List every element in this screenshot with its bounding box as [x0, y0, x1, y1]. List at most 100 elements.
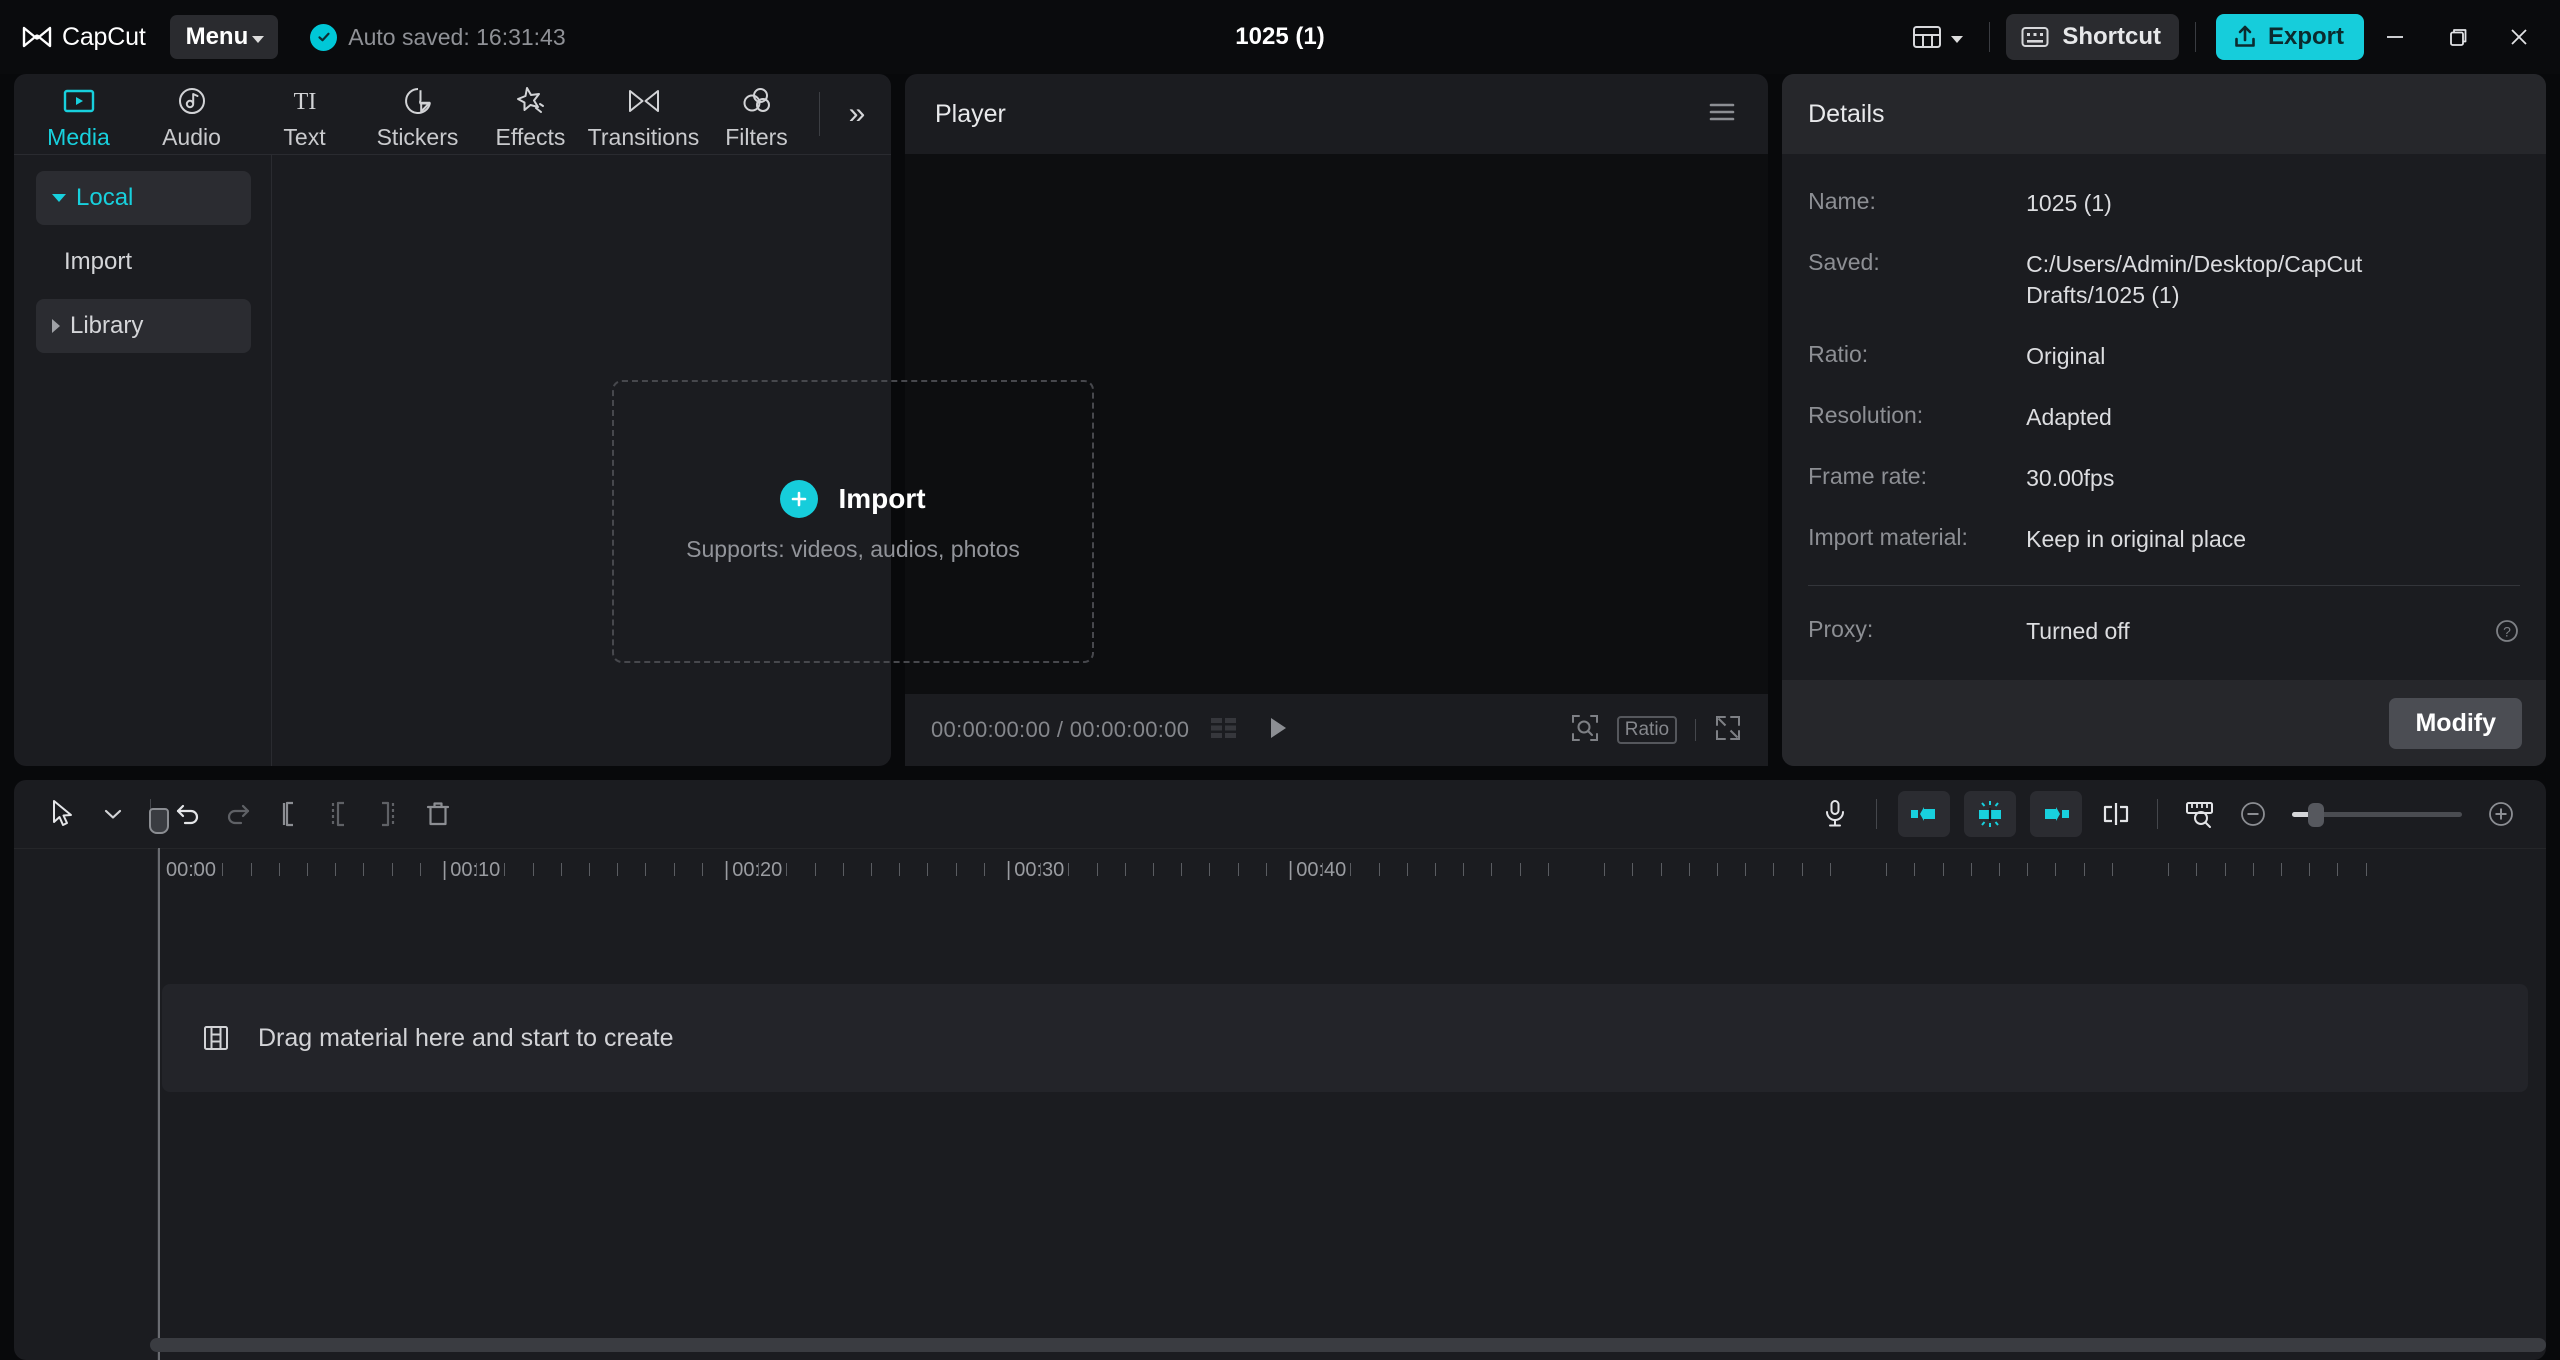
player-title: Player	[935, 100, 1006, 129]
details-row-resolution: Resolution: Adapted	[1808, 402, 2520, 433]
trim-left-button[interactable]	[313, 789, 363, 839]
ruler-label: 00:10	[442, 859, 500, 882]
sidebar-item-local[interactable]: Local	[36, 171, 251, 225]
player-menu-button[interactable]	[1708, 101, 1736, 128]
tab-audio[interactable]: Audio	[135, 78, 248, 151]
tab-filters-label: Filters	[725, 124, 788, 151]
details-row-name: Name: 1025 (1)	[1808, 188, 2520, 219]
ruler-tick	[392, 863, 393, 876]
media-content: Import Supports: videos, audios, photos	[272, 155, 891, 766]
timeline-panel: 00:0000:1000:2000:3000:40 Drag material	[14, 780, 2546, 1360]
ruler-tick	[2168, 863, 2169, 876]
tab-stickers[interactable]: Stickers	[361, 78, 474, 151]
details-value: C:/Users/Admin/Desktop/CapCut Drafts/102…	[2026, 249, 2446, 311]
play-icon	[1267, 715, 1289, 741]
play-button[interactable]	[1267, 715, 1289, 746]
brand-name: CapCut	[62, 23, 146, 52]
player-controls: 00:00:00:00 / 00:00:00:00	[905, 694, 1768, 766]
help-icon[interactable]: ?	[2494, 618, 2520, 649]
check-icon	[310, 24, 337, 51]
minimize-button[interactable]	[2364, 8, 2426, 66]
menu-button[interactable]: Menu	[170, 15, 279, 59]
export-icon	[2232, 24, 2258, 50]
ruler-tick	[702, 863, 703, 876]
split-button[interactable]	[263, 789, 313, 839]
details-row-ratio: Ratio: Original	[1808, 341, 2520, 372]
timeline-scale-button[interactable]	[2174, 789, 2224, 839]
tab-media[interactable]: Media	[22, 78, 135, 151]
tab-transitions[interactable]: Transitions	[587, 78, 700, 151]
sidebar-item-library-label: Library	[70, 312, 143, 340]
ruler-tick	[1999, 863, 2000, 876]
ruler-tick	[1548, 863, 1549, 876]
chevron-down-icon	[252, 36, 264, 43]
ruler-tick	[1914, 863, 1915, 876]
timeline-horizontal-scrollbar[interactable]	[150, 1338, 2546, 1352]
redo-icon	[223, 800, 253, 828]
more-tabs-button[interactable]: »	[834, 91, 880, 137]
timeline-canvas[interactable]: Drag material here and start to create	[158, 892, 2546, 1360]
drag-material-placeholder[interactable]: Drag material here and start to create	[162, 984, 2528, 1092]
zoom-in-icon	[2486, 799, 2516, 829]
divider	[1808, 585, 2520, 586]
media-body: Local Import Library	[14, 154, 891, 766]
details-key: Import material:	[1808, 524, 2026, 555]
details-key: Saved:	[1808, 249, 2026, 311]
undo-button[interactable]	[163, 789, 213, 839]
playhead[interactable]	[158, 848, 160, 1360]
ratio-button[interactable]: Ratio	[1617, 716, 1677, 744]
ruler-tick	[1322, 863, 1323, 876]
shortcut-button[interactable]: Shortcut	[2006, 14, 2179, 60]
ruler-tick	[786, 863, 787, 876]
zoom-out-button[interactable]	[2228, 789, 2278, 839]
playhead-handle[interactable]	[149, 808, 169, 834]
tab-effects[interactable]: Effects	[474, 78, 587, 151]
zoom-slider-handle[interactable]	[2308, 803, 2324, 827]
delete-button[interactable]	[413, 789, 463, 839]
close-button[interactable]	[2488, 8, 2550, 66]
zoom-preview-button[interactable]	[1571, 714, 1599, 747]
select-tool-button[interactable]	[38, 789, 88, 839]
tool-dropdown-button[interactable]	[88, 789, 138, 839]
ruler-tick	[2112, 863, 2113, 876]
divider	[819, 92, 820, 136]
ruler-tick	[2027, 863, 2028, 876]
frame-grid-button[interactable]	[1209, 716, 1239, 745]
layout-switch-button[interactable]	[1902, 16, 1973, 58]
tab-filters[interactable]: Filters	[700, 78, 813, 151]
zoom-slider[interactable]	[2292, 812, 2462, 817]
tab-text[interactable]: TI Text	[248, 78, 361, 151]
maximize-button[interactable]	[2426, 8, 2488, 66]
film-icon	[200, 1023, 232, 1053]
record-voiceover-button[interactable]	[1810, 789, 1860, 839]
details-key: Proxy:	[1808, 616, 2026, 643]
ruler-tick	[420, 863, 421, 876]
triangle-right-icon	[52, 319, 60, 333]
ruler-tick	[2225, 863, 2226, 876]
divider	[1989, 22, 1990, 52]
sidebar-item-library[interactable]: Library	[36, 299, 251, 353]
capcut-logo-icon	[22, 26, 52, 48]
title-bar: CapCut Menu Auto saved: 16:31:43 1025 (1…	[0, 0, 2560, 74]
ruler-label: 00:30	[1006, 859, 1064, 882]
tab-audio-label: Audio	[162, 124, 221, 151]
timeline-ruler[interactable]: 00:0000:1000:2000:3000:40	[158, 849, 2546, 892]
auto-cut-end-button[interactable]	[2030, 791, 2082, 837]
auto-split-button[interactable]	[1964, 791, 2016, 837]
tab-media-label: Media	[47, 124, 110, 151]
split-magic-icon	[1974, 800, 2006, 828]
cut-left-icon	[1909, 805, 1939, 823]
zoom-in-button[interactable]	[2476, 789, 2526, 839]
auto-cut-start-button[interactable]	[1898, 791, 1950, 837]
import-dropzone[interactable]: Import Supports: videos, audios, photos	[612, 380, 1094, 663]
svg-text:TI: TI	[293, 89, 316, 115]
export-button[interactable]: Export	[2216, 14, 2364, 60]
trim-right-button[interactable]	[363, 789, 413, 839]
redo-button[interactable]	[213, 789, 263, 839]
sidebar-item-import[interactable]: Import	[36, 235, 251, 289]
capcut-window: CapCut Menu Auto saved: 16:31:43 1025 (1…	[0, 0, 2560, 1360]
modify-button[interactable]: Modify	[2389, 698, 2522, 749]
fullscreen-button[interactable]	[1714, 714, 1742, 747]
ruler-tick	[1407, 863, 1408, 876]
mirror-button[interactable]	[2091, 789, 2141, 839]
